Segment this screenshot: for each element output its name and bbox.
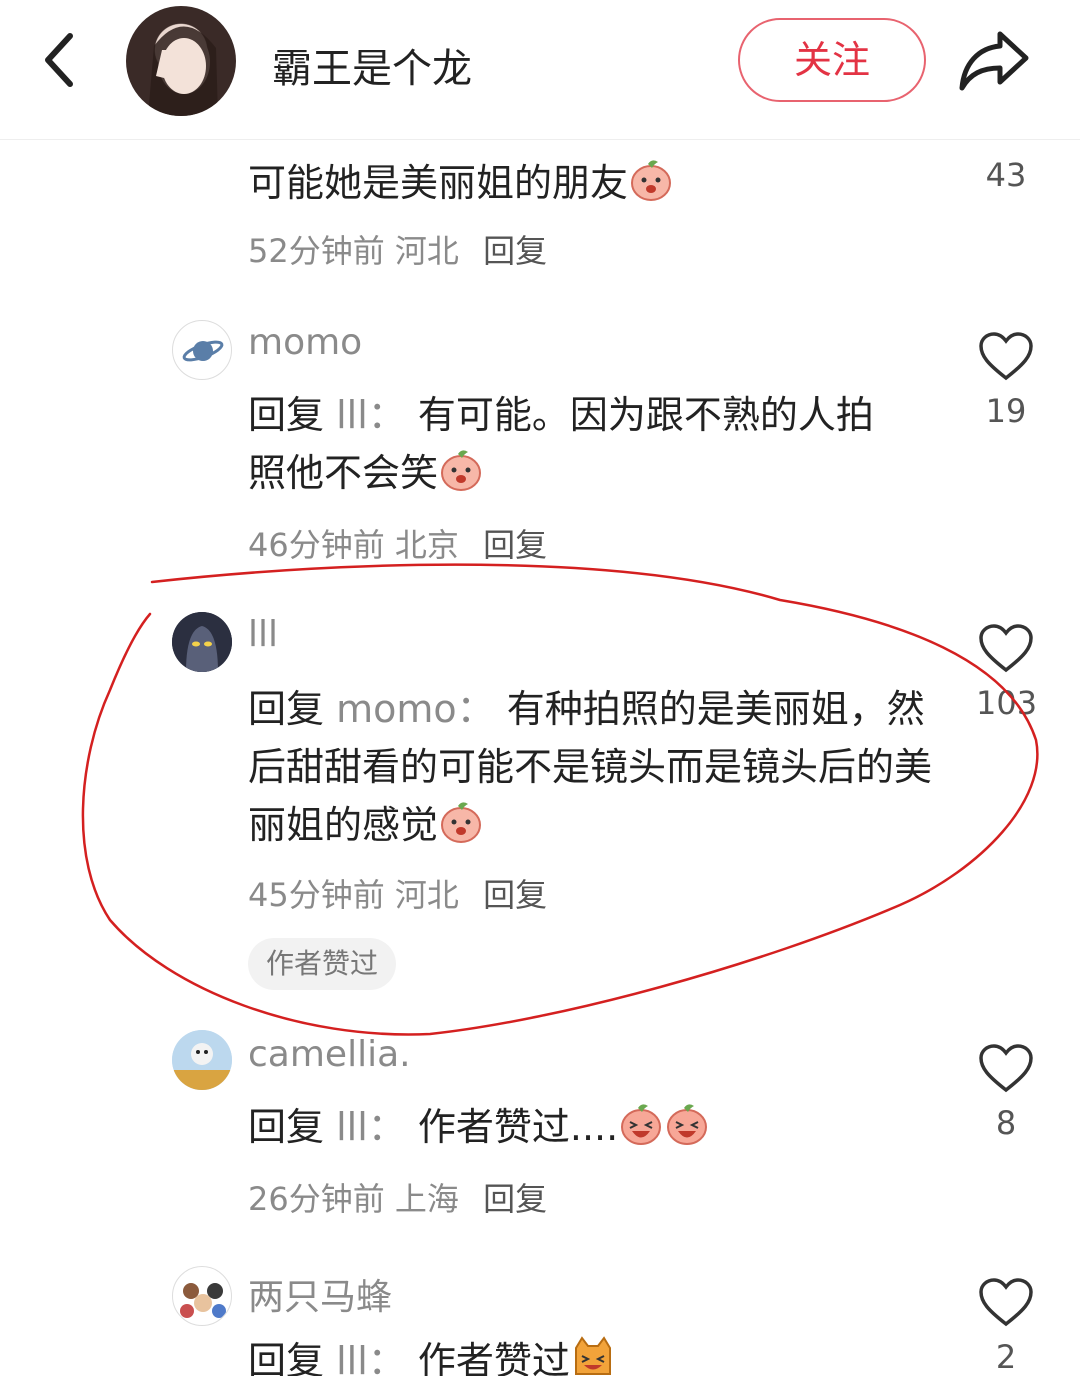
laughing-peach-emoji-icon — [664, 1100, 710, 1146]
comment-time: 52分钟前 — [248, 232, 385, 270]
reply-prefix: 回复 — [248, 687, 325, 731]
comment-time: 46分钟前 — [248, 526, 385, 564]
reply-target[interactable]: lll： — [336, 1339, 406, 1376]
user-avatar[interactable] — [172, 612, 232, 672]
like-control[interactable]: 103 — [976, 624, 1038, 722]
username[interactable]: camellia. — [248, 1034, 411, 1075]
reply-target[interactable]: lll： — [336, 393, 406, 437]
comment-text: 可能她是美丽姐的朋友 — [248, 154, 948, 212]
laughing-peach-emoji-icon — [618, 1100, 664, 1146]
comment-location: 河北 — [394, 876, 459, 914]
username[interactable]: lll — [248, 614, 278, 655]
comment-text: 回复 lll： 作者赞过 — [248, 1332, 948, 1376]
reply-target[interactable]: lll： — [336, 1105, 406, 1149]
reply-button[interactable]: 回复 — [483, 876, 547, 914]
username[interactable]: 两只马蜂 — [248, 1268, 392, 1320]
back-chevron-icon[interactable] — [36, 30, 86, 90]
reply-prefix: 回复 — [248, 393, 325, 437]
comment-meta: 52分钟前 河北 回复 — [248, 226, 547, 272]
heart-outline-icon — [979, 624, 1033, 673]
user-avatar[interactable] — [172, 1266, 232, 1326]
comment-meta: 26分钟前 上海 回复 — [248, 1174, 547, 1220]
like-control[interactable]: 8 — [976, 1044, 1036, 1142]
peach-face-emoji-icon — [438, 798, 484, 844]
crying-cat-emoji-icon — [570, 1334, 616, 1376]
reply-button[interactable]: 回复 — [483, 526, 547, 564]
like-count: 103 — [976, 684, 1038, 722]
share-arrow-icon[interactable] — [956, 26, 1032, 96]
comment-meta: 46分钟前 北京 回复 — [248, 520, 547, 566]
peach-face-emoji-icon — [438, 446, 484, 492]
comment-time: 45分钟前 — [248, 876, 385, 914]
author-name[interactable]: 霸王是个龙 — [272, 36, 472, 94]
heart-outline-icon — [979, 332, 1033, 381]
heart-outline-icon — [979, 1044, 1033, 1093]
like-control[interactable]: 43 — [976, 146, 1036, 194]
follow-button[interactable]: 关注 — [738, 18, 926, 102]
comment-location: 北京 — [394, 526, 459, 564]
user-avatar[interactable] — [172, 1030, 232, 1090]
reply-prefix: 回复 — [248, 1105, 325, 1149]
author-avatar[interactable] — [126, 6, 236, 116]
like-count: 43 — [985, 156, 1027, 194]
like-count: 8 — [995, 1104, 1017, 1142]
comment-location: 上海 — [394, 1180, 459, 1218]
comment-meta: 45分钟前 河北 回复 — [248, 870, 547, 916]
comment-location: 河北 — [394, 232, 459, 270]
author-liked-badge: 作者赞过 — [248, 938, 397, 990]
peach-face-emoji-icon — [628, 156, 674, 202]
reply-button[interactable]: 回复 — [483, 232, 547, 270]
reply-prefix: 回复 — [248, 1339, 325, 1376]
comment-text: 回复 lll： 有可能。因为跟不熟的人拍照他不会笑 — [248, 393, 874, 495]
comment-text: 回复 lll： 作者赞过.... — [248, 1098, 948, 1156]
username[interactable]: momo — [248, 322, 362, 363]
comment-time: 26分钟前 — [248, 1180, 385, 1218]
user-avatar[interactable] — [172, 320, 232, 380]
like-control[interactable]: 19 — [976, 332, 1036, 430]
like-count: 2 — [995, 1338, 1017, 1376]
like-control[interactable]: 2 — [976, 1278, 1036, 1376]
like-count: 19 — [985, 392, 1027, 430]
reply-target[interactable]: momo： — [336, 687, 495, 731]
heart-outline-icon — [979, 1278, 1033, 1327]
top-bar: 霸王是个龙 关注 — [0, 0, 1080, 140]
comment-text: 回复 momo： 有种拍照的是美丽姐，然后甜甜看的可能不是镜头而是镜头后的美丽姐… — [248, 687, 933, 847]
reply-button[interactable]: 回复 — [483, 1180, 547, 1218]
